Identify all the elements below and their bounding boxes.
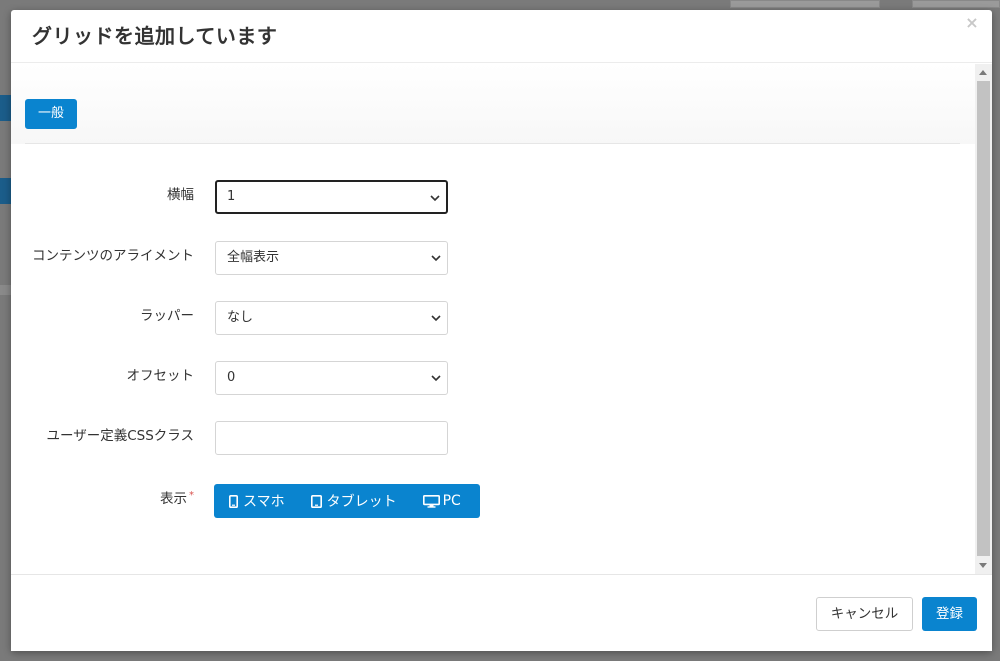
offset-label: オフセット (126, 368, 195, 384)
alignment-select[interactable]: 全幅表示 (215, 241, 448, 275)
modal-scrollbar[interactable] (975, 64, 992, 574)
offset-select[interactable]: 0 (215, 361, 448, 395)
scrollbar-thumb[interactable] (977, 81, 990, 556)
css-class-label: ユーザー定義CSSクラス (46, 428, 194, 444)
alignment-label: コンテンツのアライメント (32, 248, 194, 264)
smartphone-icon (229, 494, 238, 508)
display-option-pc[interactable]: PC (422, 484, 461, 518)
wrapper-label: ラッパー (140, 308, 194, 324)
chevron-down-icon (431, 375, 441, 382)
submit-button[interactable]: 登録 (922, 597, 977, 631)
width-row: 横幅 1 (11, 180, 975, 214)
background-button (912, 0, 1000, 8)
display-option-smartphone-label: スマホ (243, 494, 285, 510)
tablet-icon (310, 494, 322, 508)
wrapper-select-value: なし (227, 310, 254, 325)
scroll-down-icon[interactable] (979, 563, 987, 568)
display-option-tablet[interactable]: タブレット (310, 484, 397, 518)
chevron-down-icon (431, 315, 441, 322)
desktop-icon (422, 494, 440, 508)
alignment-select-value: 全幅表示 (227, 250, 280, 265)
display-label: 表示 * (11, 484, 194, 518)
modal-header: グリッドを追加しています × (11, 10, 992, 63)
alignment-row: コンテンツのアライメント 全幅表示 (11, 241, 975, 275)
display-option-smartphone[interactable]: スマホ (229, 484, 285, 518)
modal-title: グリッドを追加しています (32, 24, 278, 48)
wrapper-select[interactable]: なし (215, 301, 448, 335)
tab-bar: 一般 (11, 64, 975, 144)
offset-row: オフセット 0 (11, 361, 975, 395)
width-select-value: 1 (227, 189, 236, 204)
css-class-input[interactable] (215, 421, 448, 455)
width-select[interactable]: 1 (215, 180, 448, 214)
display-option-tablet-label: タブレット (326, 494, 397, 510)
chevron-down-icon (431, 255, 441, 262)
wrapper-row: ラッパー なし (11, 301, 975, 335)
display-row: 表示 * スマホ タブレット PC (11, 484, 975, 518)
modal-body: 一般 横幅 1 コンテンツのアライメント 全幅表示 ラッパー なし オフセット … (11, 64, 975, 574)
width-label: 横幅 (167, 187, 194, 203)
tab-general[interactable]: 一般 (25, 99, 77, 129)
modal-footer: キャンセル 登録 (11, 574, 992, 651)
scroll-up-icon[interactable] (979, 70, 987, 75)
display-option-pc-label: PC (442, 493, 461, 509)
close-icon[interactable]: × (964, 14, 980, 32)
offset-select-value: 0 (227, 370, 236, 385)
chevron-down-icon (430, 195, 440, 202)
css-class-row: ユーザー定義CSSクラス (11, 421, 975, 455)
display-label-text: 表示 (160, 491, 187, 507)
required-mark: * (189, 490, 194, 501)
background-button (730, 0, 880, 8)
tab-divider (25, 143, 960, 144)
add-grid-modal: グリッドを追加しています × 一般 横幅 1 コンテンツのアライメント 全幅表示… (11, 10, 992, 651)
display-toggle-group: スマホ タブレット PC (214, 484, 480, 518)
cancel-button[interactable]: キャンセル (816, 597, 913, 631)
